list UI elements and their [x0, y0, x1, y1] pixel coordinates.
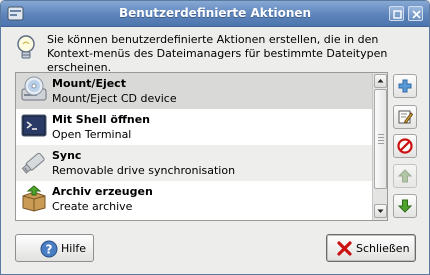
- scroll-up-button[interactable]: [374, 74, 387, 88]
- cd-drive-icon: [21, 76, 47, 101]
- edit-icon: [398, 110, 413, 124]
- list-item[interactable]: Mount/Eject Mount/Eject CD device: [16, 73, 372, 109]
- svg-text:?: ?: [46, 243, 53, 257]
- maximize-icon: [393, 10, 402, 19]
- triangle-down-icon: [377, 209, 384, 213]
- actions-list[interactable]: Mount/Eject Mount/Eject CD device Mit Sh…: [15, 72, 388, 221]
- close-x-icon: [337, 241, 352, 256]
- usb-stick-icon: [21, 152, 45, 174]
- move-up-button[interactable]: [393, 164, 417, 188]
- action-description: Mount/Eject CD device: [52, 92, 177, 105]
- delete-icon: [397, 138, 413, 154]
- delete-action-button[interactable]: [393, 134, 417, 158]
- close-icon: [412, 10, 421, 19]
- list-item[interactable]: Archiv erzeugen Create archive: [16, 181, 372, 217]
- scroll-down-button[interactable]: [374, 204, 387, 218]
- list-scrollbar[interactable]: [372, 73, 387, 220]
- dialog-window: Benutzerdefinierte Aktionen Sie können b…: [0, 0, 430, 275]
- info-text: Sie können benutzerdefinierte Aktionen e…: [47, 33, 388, 74]
- lightbulb-icon: [17, 35, 35, 59]
- triangle-up-icon: [377, 79, 384, 83]
- arrow-down-icon: [397, 199, 413, 213]
- terminal-icon: [21, 114, 47, 137]
- close-label: Schließen: [356, 242, 410, 255]
- move-down-button[interactable]: [393, 194, 417, 218]
- arrow-up-icon: [397, 169, 413, 183]
- close-window-button[interactable]: [408, 6, 423, 21]
- archive-box-icon: [22, 185, 46, 212]
- maximize-button[interactable]: [389, 6, 404, 21]
- help-icon: ?: [40, 240, 58, 258]
- list-item[interactable]: Sync Removable drive synchronisation: [16, 145, 372, 181]
- action-description: Open Terminal: [52, 128, 132, 141]
- help-label: Hilfe: [61, 242, 87, 255]
- window-title: Benutzerdefinierte Aktionen: [118, 6, 312, 20]
- action-description: Removable drive synchronisation: [52, 164, 236, 177]
- plus-icon: [398, 79, 412, 93]
- action-title: Sync: [52, 149, 82, 162]
- action-title: Mount/Eject: [52, 77, 126, 90]
- close-button[interactable]: Schließen: [326, 234, 416, 262]
- scroll-thumb[interactable]: [374, 89, 387, 189]
- list-item[interactable]: Mit Shell öffnen Open Terminal: [16, 109, 372, 145]
- action-title: Mit Shell öffnen: [52, 113, 150, 126]
- help-button[interactable]: ? Hilfe: [15, 234, 94, 262]
- add-action-button[interactable]: [393, 74, 417, 98]
- grip-icon: [378, 134, 384, 146]
- title-bar[interactable]: Benutzerdefinierte Aktionen: [1, 1, 429, 27]
- edit-action-button[interactable]: [393, 105, 417, 129]
- action-title: Archiv erzeugen: [52, 185, 153, 198]
- action-description: Create archive: [52, 200, 133, 213]
